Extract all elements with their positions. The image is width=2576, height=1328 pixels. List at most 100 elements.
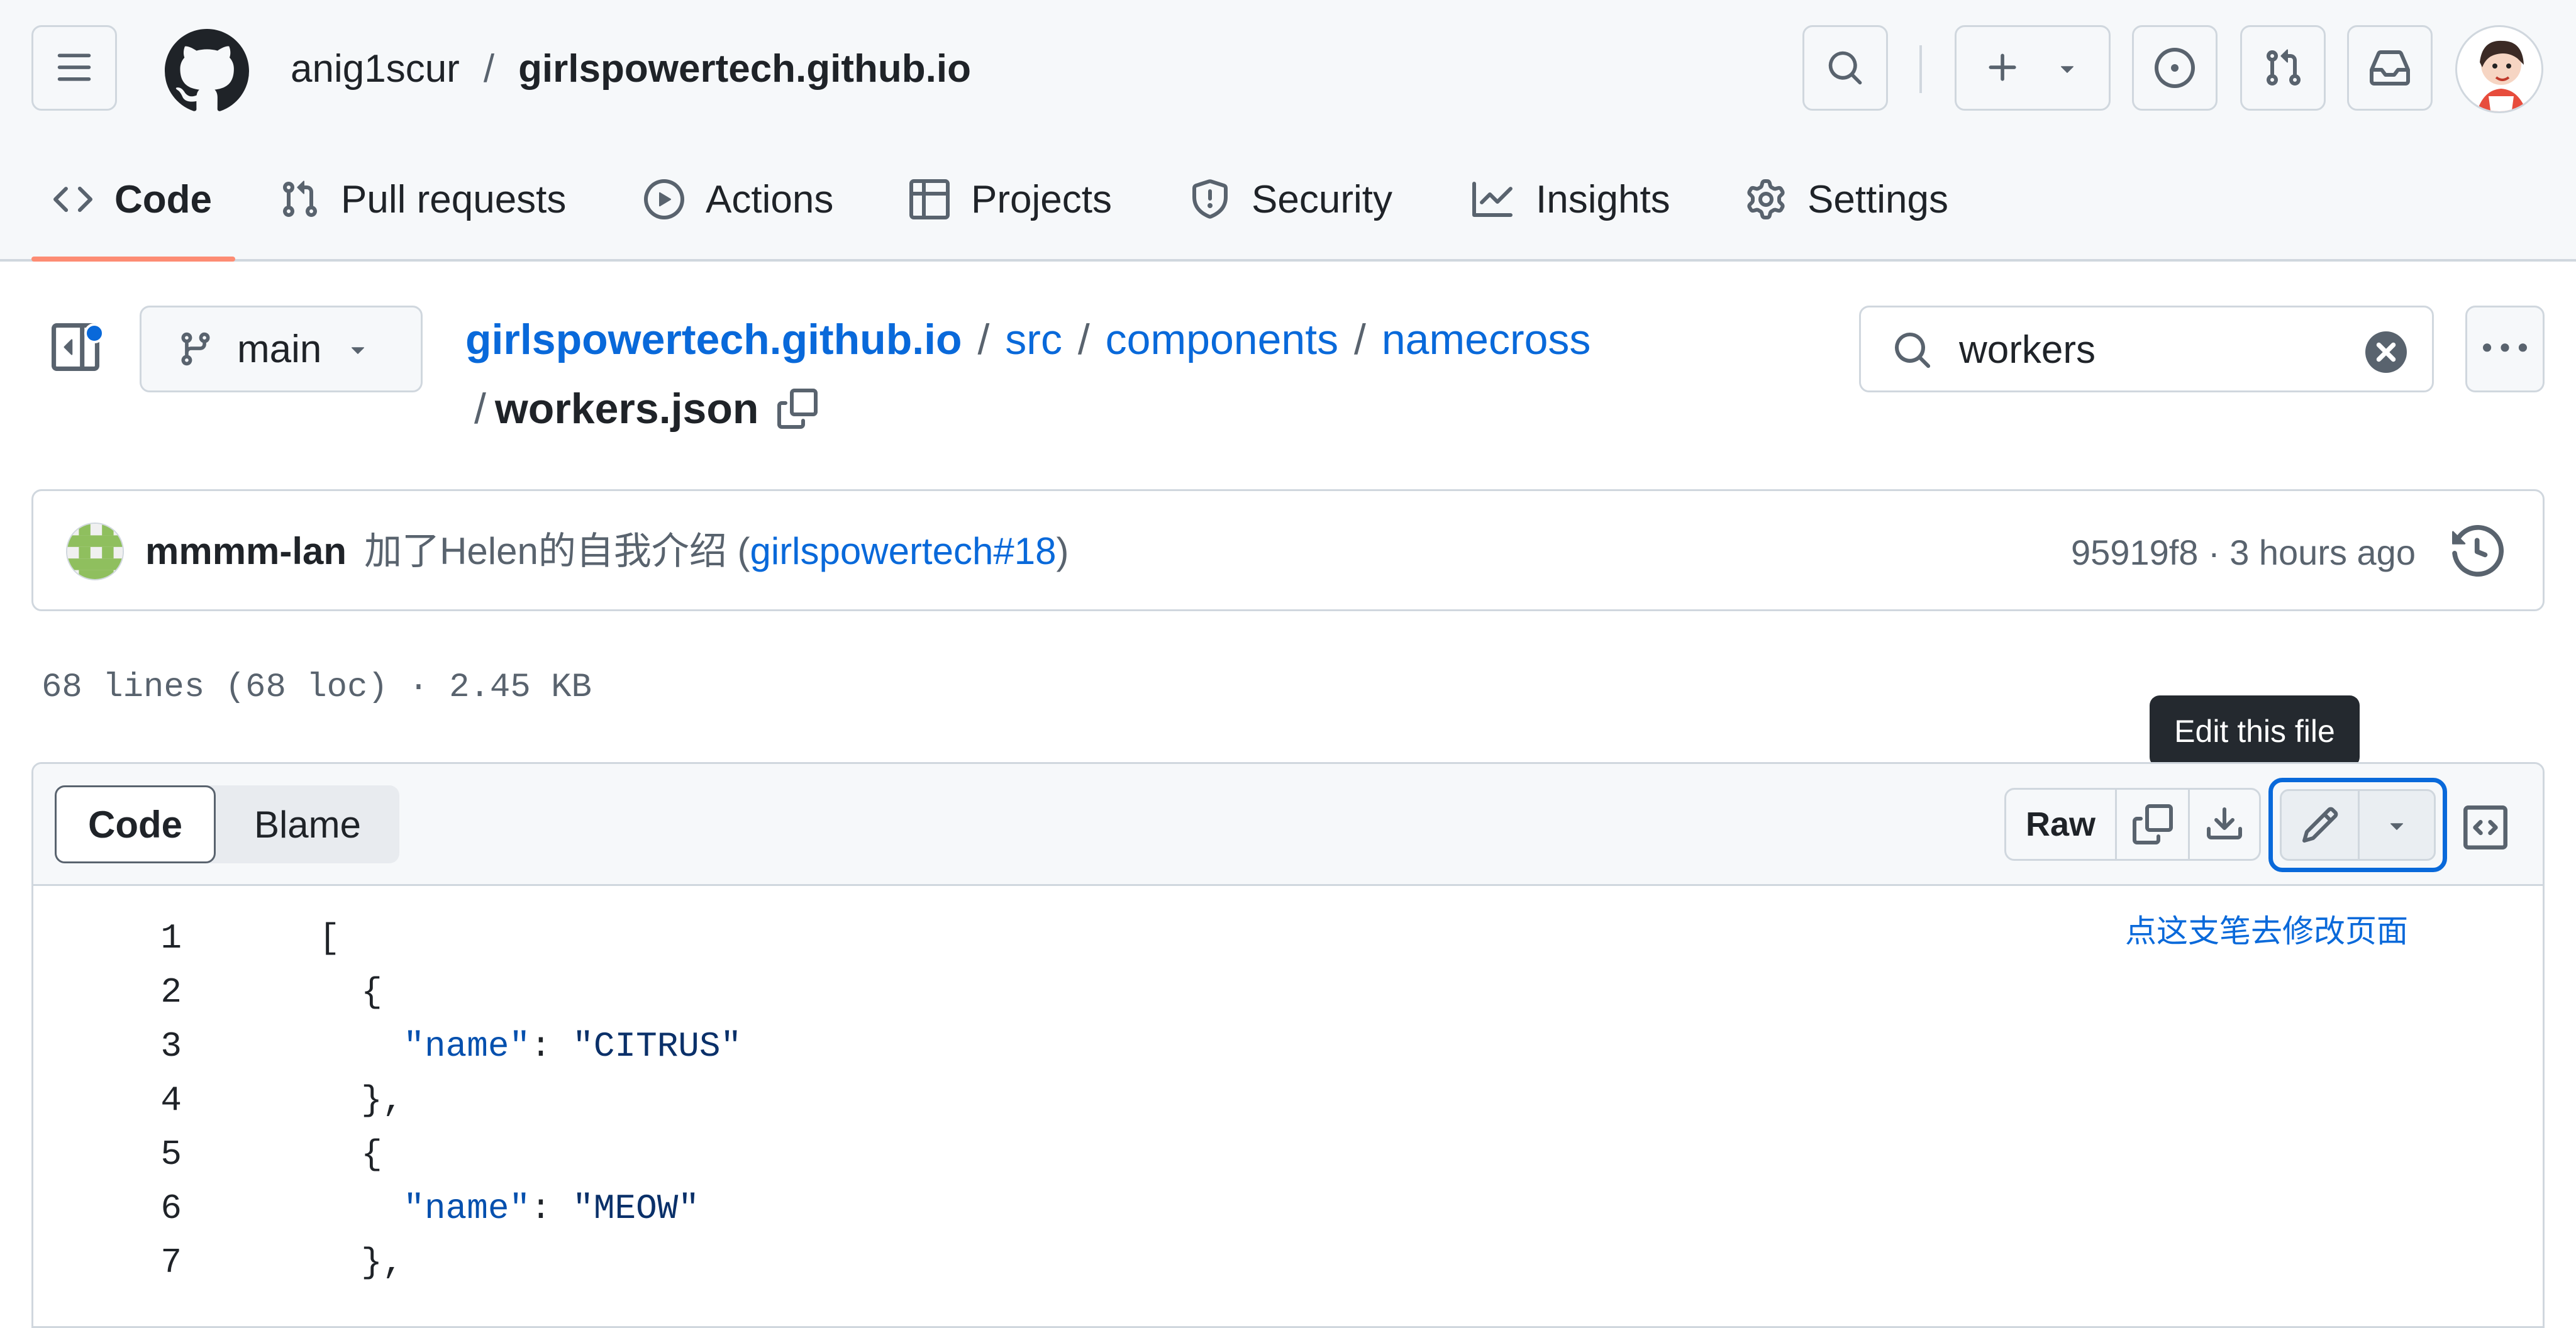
graph-icon	[1470, 179, 1514, 219]
issue-opened-icon	[2155, 48, 2195, 88]
blame-view-label: Blame	[253, 803, 362, 846]
commit-pr-link[interactable]: girlspowertech#18	[750, 530, 1057, 572]
avatar[interactable]	[66, 523, 124, 580]
code-symbols-icon[interactable]	[2463, 805, 2507, 849]
edit-button-group	[2280, 789, 2436, 861]
code-view-label: Code	[88, 803, 182, 846]
copy-path-icon[interactable]	[777, 389, 818, 429]
shield-icon	[1190, 179, 1230, 219]
commit-author[interactable]: mmmm-lan	[145, 530, 347, 572]
raw-button[interactable]: Raw	[2006, 790, 2117, 859]
line-number[interactable]: 1	[56, 911, 182, 965]
tab-projects[interactable]: Projects	[909, 165, 1112, 234]
line-number[interactable]: 6	[56, 1181, 182, 1236]
code-line: 2 {	[33, 965, 2543, 1019]
line-number[interactable]: 7	[56, 1236, 182, 1290]
breadcrumb-separator: /	[1354, 316, 1366, 363]
tooltip-text: Edit this file	[2174, 714, 2335, 749]
repo-name-link[interactable]: girlspowertech.github.io	[518, 45, 971, 93]
clear-search-icon[interactable]	[2365, 331, 2407, 373]
breadcrumb-separator: /	[474, 385, 486, 433]
breadcrumb-separator: /	[1077, 316, 1090, 363]
search-input[interactable]: workers	[1959, 326, 2096, 374]
repo-header: anig1scur / girlspowertech.github.io Cod…	[0, 0, 2576, 262]
tab-pull-requests[interactable]: Pull requests	[279, 165, 566, 234]
menu-button[interactable]	[31, 25, 117, 111]
tab-actions[interactable]: Actions	[644, 165, 833, 234]
breadcrumb: girlspowertech.github.io / src / compone…	[465, 312, 1591, 367]
line-content: },	[319, 1242, 404, 1283]
table-icon	[909, 179, 950, 219]
branch-name: main	[237, 327, 322, 371]
code-line: 1 [	[33, 911, 2543, 965]
line-number[interactable]: 5	[56, 1127, 182, 1181]
copy-icon	[2132, 804, 2173, 844]
tab-label: Insights	[1536, 177, 1670, 221]
code-line: 5 {	[33, 1127, 2543, 1181]
repo-separator: /	[483, 47, 495, 91]
search-button[interactable]	[1802, 25, 1888, 111]
tab-code[interactable]: Code	[53, 165, 212, 234]
copy-raw-button[interactable]	[2117, 790, 2190, 859]
tab-security[interactable]: Security	[1190, 165, 1392, 234]
download-icon	[2204, 804, 2245, 844]
github-logo-icon[interactable]	[165, 29, 249, 113]
tab-insights[interactable]: Insights	[1470, 165, 1670, 234]
file-name: workers.json	[494, 385, 759, 433]
breadcrumb-file-row: / workers.json	[474, 381, 818, 436]
git-branch-icon	[177, 330, 214, 368]
edit-options-dropdown[interactable]	[2360, 791, 2434, 859]
breadcrumb-namecross-link[interactable]: namecross	[1382, 316, 1591, 363]
repo-owner-link[interactable]: anig1scur	[291, 45, 460, 93]
history-icon[interactable]	[2452, 525, 2504, 577]
tab-label: Pull requests	[341, 177, 567, 221]
line-number[interactable]: 3	[56, 1019, 182, 1073]
triangle-down-icon	[2383, 811, 2411, 839]
edit-file-button[interactable]	[2282, 791, 2360, 859]
search-icon	[1892, 330, 1933, 370]
tab-settings[interactable]: Settings	[1746, 165, 1948, 234]
file-info: 68 lines (68 loc) · 2.45 KB	[42, 668, 592, 707]
pull-requests-button[interactable]	[2240, 25, 2326, 111]
kebab-horizontal-icon	[2483, 327, 2527, 371]
download-button[interactable]	[2190, 790, 2259, 859]
tab-label: Projects	[971, 177, 1112, 221]
view-toggle: Code Blame	[55, 785, 399, 863]
file-viewer: Code Blame Raw 点这支笔去修改页面 1 [2 {3 "name…	[31, 762, 2545, 1328]
hamburger-icon	[55, 49, 93, 87]
user-avatar[interactable]	[2455, 25, 2543, 113]
commit-message[interactable]: 加了Helen的自我介绍 (	[364, 530, 750, 572]
tab-label: Actions	[706, 177, 834, 221]
line-content: [	[319, 918, 340, 958]
tab-code-view[interactable]: Code	[55, 785, 216, 863]
code-line: 4 },	[33, 1073, 2543, 1127]
line-content: "name": "MEOW"	[403, 1188, 699, 1229]
breadcrumb-separator: /	[977, 316, 990, 363]
code-line: 7 },	[33, 1236, 2543, 1290]
code-line: 3 "name": "CITRUS"	[33, 1019, 2543, 1073]
raw-label: Raw	[2025, 805, 2096, 843]
line-content: "name": "CITRUS"	[403, 1026, 742, 1066]
create-new-button[interactable]	[1955, 25, 2111, 111]
code-icon	[53, 179, 93, 219]
line-content: },	[319, 1080, 404, 1120]
line-number[interactable]: 2	[56, 965, 182, 1019]
breadcrumb-components-link[interactable]: components	[1106, 316, 1338, 363]
issues-button[interactable]	[2132, 25, 2218, 111]
line-content: {	[319, 1134, 382, 1175]
plus-icon	[1984, 49, 2022, 87]
line-number[interactable]: 4	[56, 1073, 182, 1127]
tab-blame-view[interactable]: Blame	[216, 785, 399, 863]
inbox-icon	[2370, 48, 2410, 88]
more-options-button[interactable]	[2465, 306, 2545, 392]
file-search-box[interactable]: workers	[1859, 306, 2434, 392]
breadcrumb-repo-link[interactable]: girlspowertech.github.io	[465, 316, 962, 363]
edit-tooltip: Edit this file	[2150, 695, 2360, 767]
tab-label: Code	[114, 177, 212, 221]
tab-label: Security	[1252, 177, 1392, 221]
breadcrumb-src-link[interactable]: src	[1005, 316, 1062, 363]
inbox-button[interactable]	[2347, 25, 2433, 111]
gear-icon	[1746, 179, 1786, 219]
branch-selector[interactable]: main	[140, 306, 423, 392]
commit-sha-time[interactable]: 95919f8 · 3 hours ago	[2071, 528, 2416, 578]
